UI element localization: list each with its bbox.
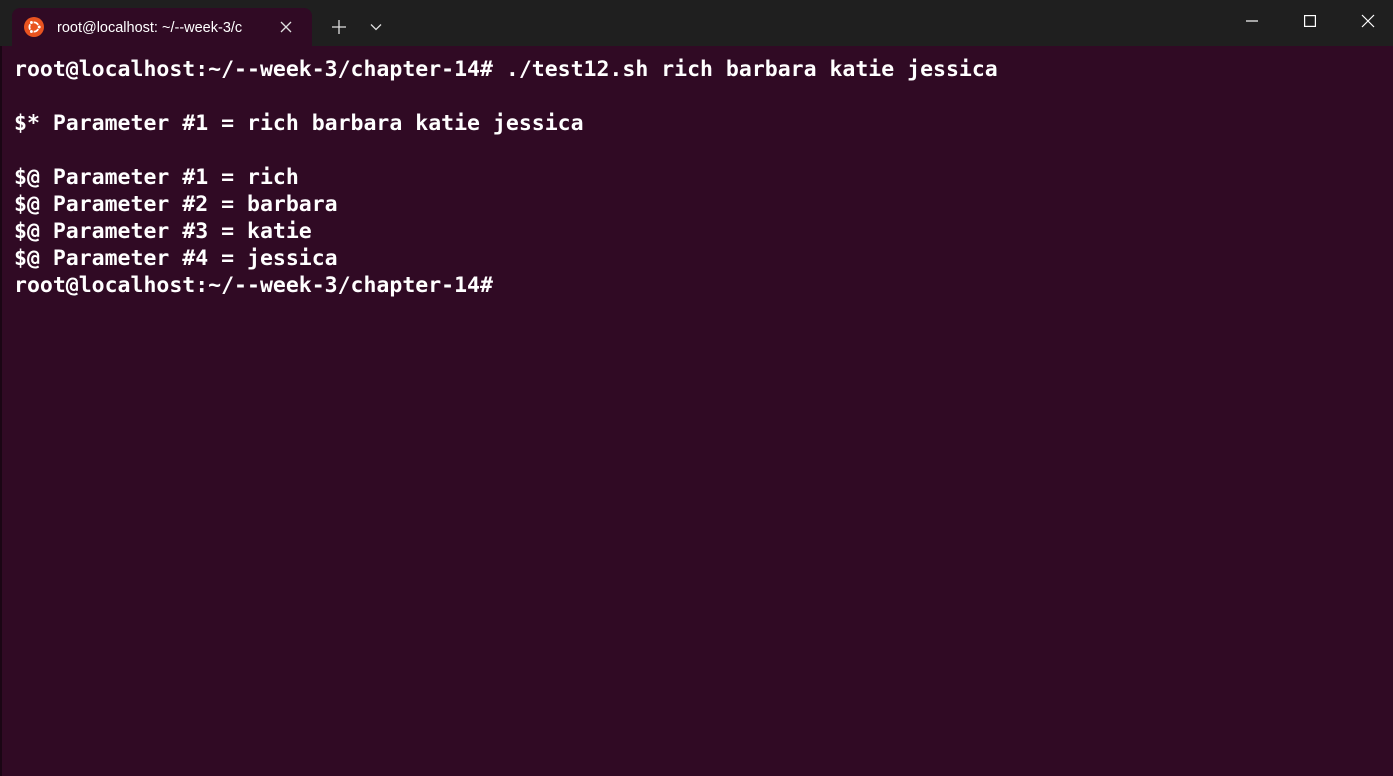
close-icon — [280, 21, 292, 33]
plus-icon — [332, 20, 346, 34]
terminal-line: $@ Parameter #1 = rich — [14, 165, 299, 190]
terminal-line: $* Parameter #1 = rich barbara katie jes… — [14, 111, 584, 136]
minimize-button[interactable] — [1224, 0, 1280, 42]
maximize-icon — [1304, 15, 1316, 27]
tab-close-button[interactable] — [276, 17, 296, 37]
terminal-lines: root@localhost:~/--week-3/chapter-14# ./… — [14, 56, 998, 299]
terminal-line: root@localhost:~/--week-3/chapter-14# ./… — [14, 57, 998, 82]
terminal-output[interactable]: root@localhost:~/--week-3/chapter-14# ./… — [0, 46, 1393, 776]
terminal-window: root@localhost: ~/--week-3/c root@localh… — [0, 0, 1393, 776]
terminal-prompt: root@localhost:~/--week-3/chapter-14# — [14, 273, 493, 298]
tab-title: root@localhost: ~/--week-3/c — [57, 20, 243, 36]
minimize-icon — [1246, 20, 1258, 22]
terminal-tab[interactable]: root@localhost: ~/--week-3/c — [12, 8, 312, 46]
title-bar[interactable]: root@localhost: ~/--week-3/c — [0, 0, 1393, 46]
new-tab-button[interactable] — [322, 12, 356, 42]
terminal-line: $@ Parameter #4 = jessica — [14, 246, 338, 271]
chevron-down-icon — [370, 24, 382, 31]
terminal-line: $@ Parameter #3 = katie — [14, 219, 312, 244]
tab-dropdown-button[interactable] — [361, 12, 391, 42]
window-close-button[interactable] — [1340, 0, 1393, 42]
close-icon — [1361, 14, 1375, 28]
ubuntu-logo-icon — [24, 17, 44, 37]
maximize-button[interactable] — [1282, 0, 1338, 42]
terminal-line: $@ Parameter #2 = barbara — [14, 192, 338, 217]
